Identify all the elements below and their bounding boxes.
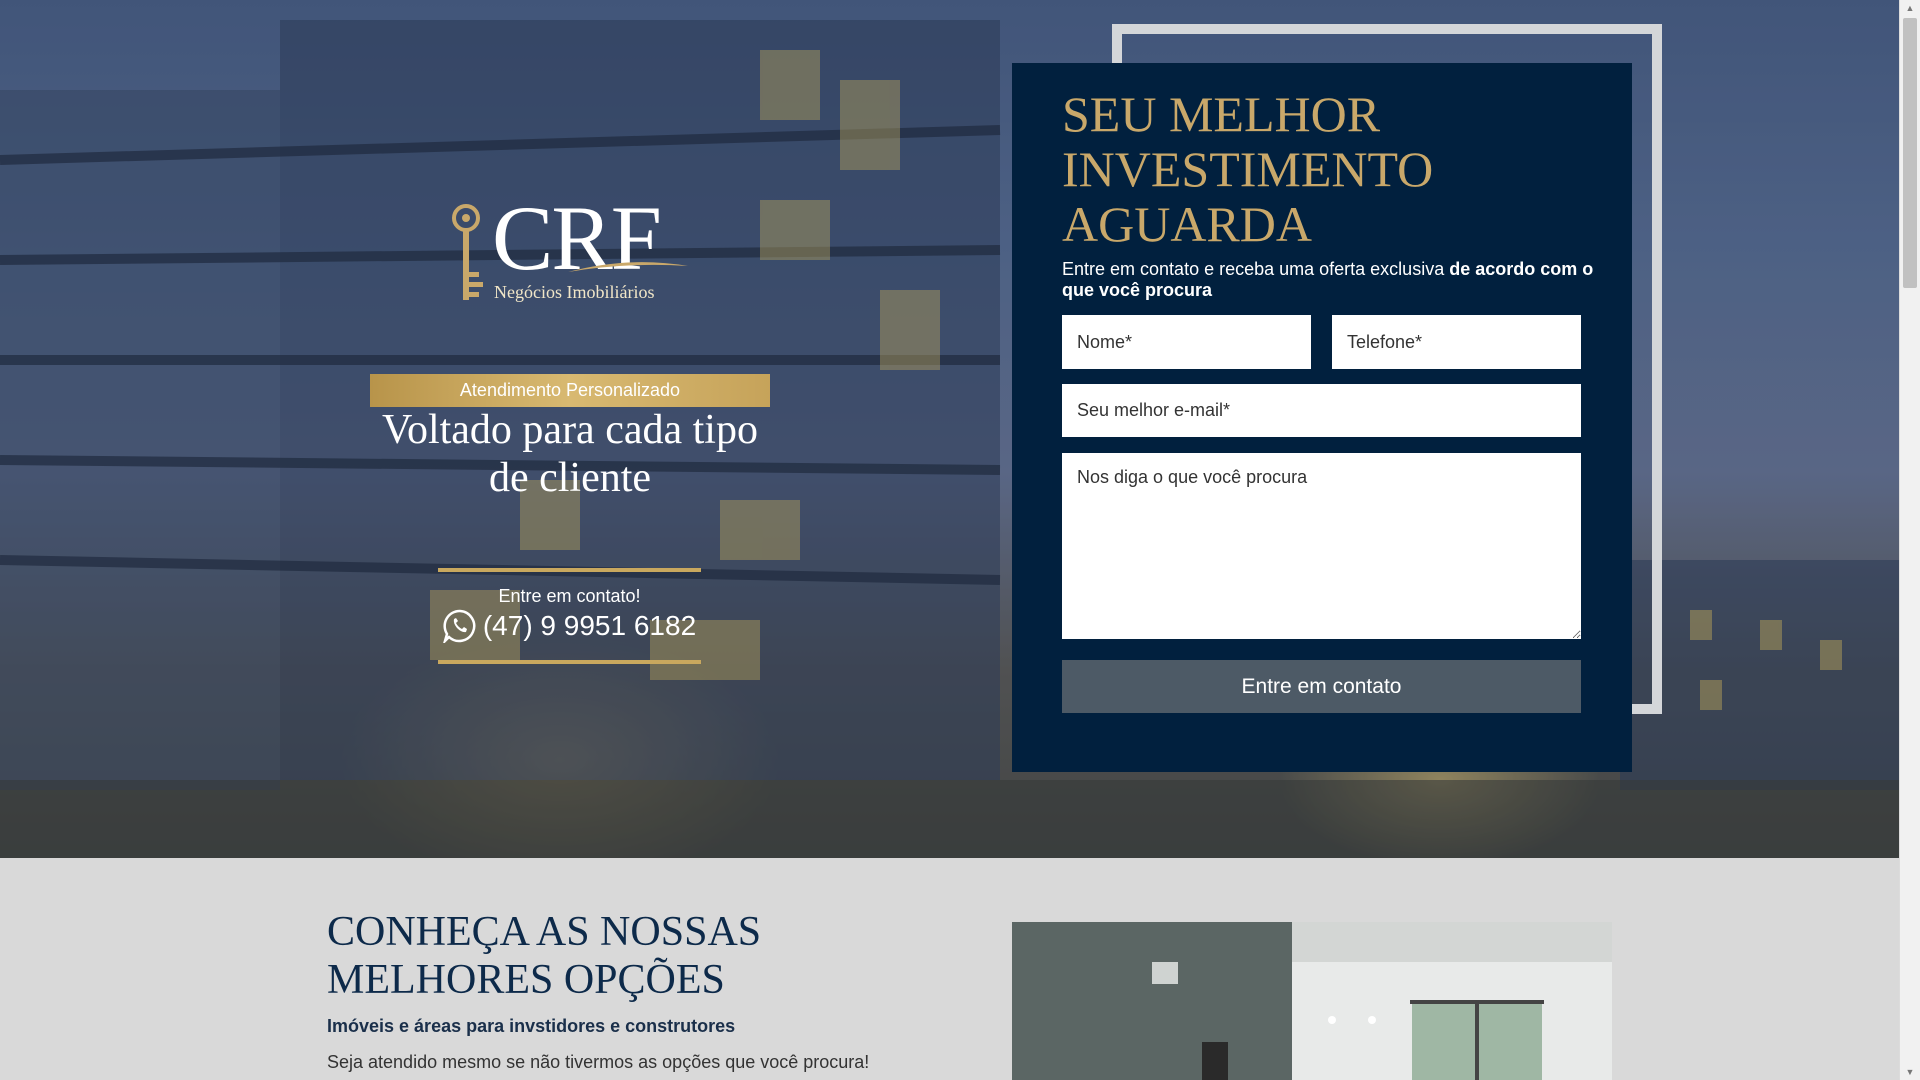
phone-number[interactable]: (47) 9 9951 6182 bbox=[483, 610, 696, 642]
form-subtitle: Entre em contato e receba uma oferta exc… bbox=[1062, 259, 1602, 301]
scroll-down-arrow-icon[interactable]: ▼ bbox=[1900, 1064, 1920, 1080]
scrollbar-thumb[interactable] bbox=[1903, 18, 1917, 288]
section-title: CONHEÇA AS NOSSAS MELHORES OPÇÕES bbox=[327, 909, 762, 1003]
logo-swoosh bbox=[568, 262, 688, 272]
key-icon bbox=[452, 204, 483, 300]
room-illustration bbox=[1012, 922, 1612, 1080]
contact-box[interactable]: Entre em contato! (47) 9 9951 6182 bbox=[438, 568, 701, 664]
contact-label: Entre em contato! bbox=[498, 586, 641, 606]
whatsapp-icon bbox=[442, 609, 476, 643]
contact-form-panel: SEU MELHOR INVESTIMENTO AGUARDA Entre em… bbox=[1012, 63, 1632, 772]
hero-headline: Voltado para cada tipo de cliente bbox=[382, 407, 758, 501]
message-field[interactable] bbox=[1062, 453, 1581, 639]
page-scrollbar[interactable]: ▲ ▼ bbox=[1899, 0, 1920, 1080]
section-subtitle: Imóveis e áreas para invstidores e const… bbox=[327, 1016, 736, 1036]
phone-row[interactable]: (47) 9 9951 6182 bbox=[438, 609, 701, 643]
form-subtitle-plain: Entre em contato e receba uma oferta exc… bbox=[1062, 259, 1450, 279]
name-field[interactable] bbox=[1062, 315, 1311, 369]
form-title: SEU MELHOR INVESTIMENTO AGUARDA bbox=[1062, 86, 1434, 252]
section-body: Seja atendido mesmo se não tivermos as o… bbox=[327, 1052, 870, 1072]
brand-logo[interactable]: CRF Negócios Imobiliários bbox=[448, 192, 693, 310]
service-badge: Atendimento Personalizado bbox=[370, 374, 770, 407]
submit-button[interactable]: Entre em contato bbox=[1062, 660, 1581, 713]
scroll-up-arrow-icon[interactable]: ▲ bbox=[1900, 0, 1920, 16]
logo-subtitle: Negócios Imobiliários bbox=[494, 282, 655, 302]
email-field[interactable] bbox=[1062, 384, 1581, 437]
room-image bbox=[1012, 922, 1612, 1080]
phone-field[interactable] bbox=[1332, 315, 1581, 369]
